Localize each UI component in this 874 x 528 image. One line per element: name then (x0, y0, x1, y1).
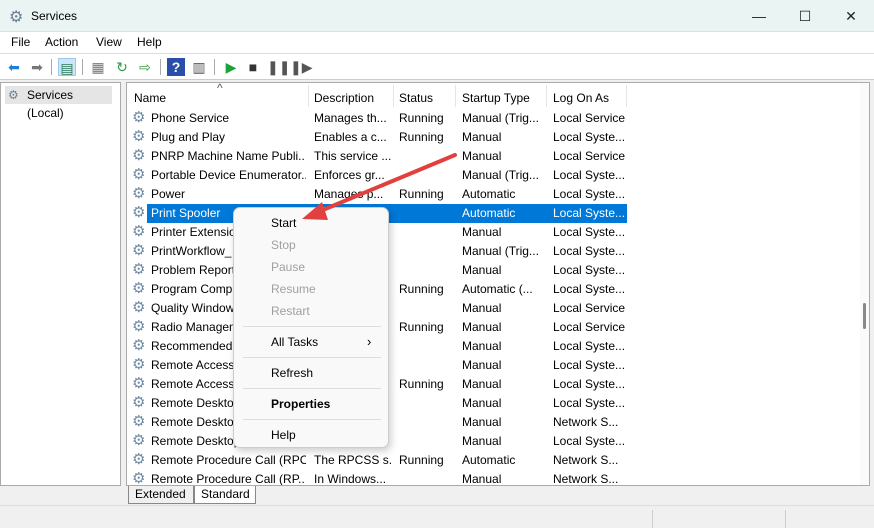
annotation-arrow (302, 153, 457, 220)
